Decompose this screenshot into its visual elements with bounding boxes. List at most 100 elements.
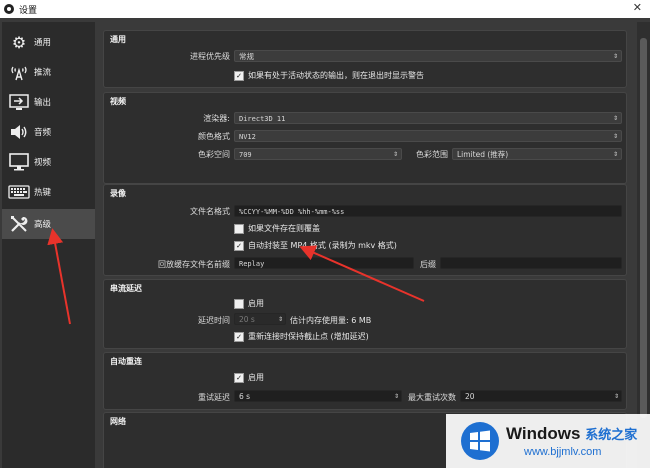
spin-arrows-icon[interactable]: ⇕	[614, 391, 619, 402]
checkbox-box[interactable]	[234, 223, 244, 234]
checkbox-box[interactable]: ✓	[234, 70, 244, 81]
autoremux-label: 自动封装至 MP4 格式 (录制为 mkv 格式)	[248, 241, 397, 250]
sidebar-item-label: 视频	[34, 158, 52, 168]
checkbox-box[interactable]: ✓	[234, 331, 244, 342]
spin-arrows-icon[interactable]: ⇕	[278, 314, 283, 325]
sidebar-item-label: 推流	[34, 68, 52, 78]
checkbox-box[interactable]: ✓	[234, 372, 244, 383]
title-bar: 设置 ✕	[0, 0, 650, 18]
priority-select[interactable]: 常规 ⇕	[234, 50, 622, 62]
sidebar-item-label: 音频	[34, 128, 52, 138]
autoremux-checkbox[interactable]: ✓ 自动封装至 MP4 格式 (录制为 mkv 格式)	[234, 240, 397, 251]
watermark: Windows 系统之家 www.bjjmlv.com	[446, 414, 650, 468]
video-group: 视频 渲染器: Direct3D 11 ⇕ 颜色格式 NV12 ⇕ 色彩空间 7…	[103, 92, 627, 184]
spin-arrows-icon[interactable]: ⇕	[394, 391, 399, 402]
gear-icon: ⚙	[11, 32, 27, 52]
preserve-cutoff-label: 重新连接时保持截止点 (增加延迟)	[248, 332, 369, 341]
retry-delay-value: 6 s	[239, 392, 251, 401]
keyboard-icon	[8, 182, 30, 202]
watermark-url: www.bjjmlv.com	[524, 446, 602, 458]
sidebar-item-stream[interactable]: 推流	[2, 57, 95, 87]
color-format-select[interactable]: NV12 ⇕	[234, 130, 622, 142]
auto-reconnect-group: 自动重连 ✓ 启用 重试延迟 6 s ⇕ 最大重试次数 20 ⇕	[103, 352, 627, 410]
watermark-brand: Windows 系统之家	[506, 424, 637, 444]
settings-content: 通用 进程优先级 常规 ⇕ ✓ 如果有处于活动状态的输出，则在退出时显示警告 视…	[97, 22, 637, 468]
auto-reconnect-enable-label: 启用	[248, 373, 264, 382]
scrollbar-thumb[interactable]	[640, 38, 647, 418]
sidebar-item-label: 热键	[34, 188, 52, 198]
max-retries-label: 最大重试次数	[408, 393, 456, 402]
overwrite-checkbox[interactable]: 如果文件存在则覆盖	[234, 223, 320, 234]
antenna-icon	[8, 62, 30, 82]
exit-warning-label: 如果有处于活动状态的输出，则在退出时显示警告	[248, 71, 424, 80]
sidebar-item-general[interactable]: ⚙ 通用	[2, 27, 95, 57]
suffix-input[interactable]	[440, 257, 622, 269]
delay-time-spinbox[interactable]: 20 s ⇕	[234, 313, 286, 325]
color-space-value: 709	[239, 151, 252, 159]
stream-delay-enable-checkbox[interactable]: 启用	[234, 298, 264, 309]
priority-label: 进程优先级	[190, 52, 230, 61]
windows-logo-icon	[461, 422, 499, 460]
sidebar-item-advanced[interactable]: 高级	[2, 209, 95, 239]
delay-time-value: 20 s	[239, 315, 255, 324]
group-title-video: 视频	[110, 97, 126, 106]
filename-format-label: 文件名格式	[190, 207, 230, 216]
preserve-cutoff-checkbox[interactable]: ✓ 重新连接时保持截止点 (增加延迟)	[234, 331, 369, 342]
color-range-select[interactable]: Limited (推荐) ⇕	[452, 148, 622, 160]
group-title-recording: 录像	[110, 189, 126, 198]
overwrite-label: 如果文件存在则覆盖	[248, 224, 320, 233]
color-space-select[interactable]: 709 ⇕	[234, 148, 402, 160]
general-group: 通用 进程优先级 常规 ⇕ ✓ 如果有处于活动状态的输出，则在退出时显示警告	[103, 30, 627, 88]
sidebar-item-audio[interactable]: 音频	[2, 117, 95, 147]
sidebar-item-label: 输出	[34, 98, 52, 108]
checkbox-box[interactable]	[234, 298, 244, 309]
filename-format-input[interactable]: %CCYY-%MM-%DD %hh-%mm-%ss	[234, 205, 622, 217]
renderer-label: 渲染器:	[203, 114, 230, 123]
chevron-updown-icon: ⇕	[612, 151, 618, 158]
checkbox-box[interactable]: ✓	[234, 240, 244, 251]
sidebar-item-hotkeys[interactable]: 热键	[2, 177, 95, 207]
sidebar-item-output[interactable]: 输出	[2, 87, 95, 117]
max-retries-spinbox[interactable]: 20 ⇕	[460, 390, 622, 402]
chevron-updown-icon: ⇕	[392, 151, 398, 158]
watermark-brand-cn: 系统之家	[585, 427, 638, 442]
stream-delay-group: 串流延迟 启用 延迟时间 20 s ⇕ 估计内存使用量: 6 MB ✓ 重新连接…	[103, 279, 627, 349]
sidebar-item-label: 通用	[34, 38, 52, 48]
max-retries-value: 20	[465, 392, 475, 401]
speaker-icon	[8, 122, 30, 142]
retry-delay-spinbox[interactable]: 6 s ⇕	[234, 390, 402, 402]
suffix-label: 后缀	[420, 260, 436, 269]
window-title: 设置	[19, 5, 38, 16]
color-space-label: 色彩空间	[198, 150, 230, 159]
color-format-value: NV12	[239, 133, 256, 141]
monitor-icon	[8, 152, 30, 172]
memory-estimate-text: 估计内存使用量: 6 MB	[290, 316, 372, 325]
replay-prefix-label: 回放缓存文件名前缀	[158, 260, 230, 269]
stream-delay-enable-label: 启用	[248, 299, 264, 308]
color-range-label: 色彩范围	[416, 150, 448, 159]
group-title-stream-delay: 串流延迟	[110, 284, 142, 293]
auto-reconnect-enable-checkbox[interactable]: ✓ 启用	[234, 372, 264, 383]
chevron-updown-icon: ⇕	[612, 115, 618, 122]
chevron-updown-icon: ⇕	[612, 53, 618, 60]
color-range-value: Limited (推荐)	[457, 150, 509, 159]
delay-time-label: 延迟时间	[198, 316, 230, 325]
watermark-brand-en: Windows	[506, 424, 581, 443]
tools-icon	[8, 214, 30, 234]
settings-sidebar: ⚙ 通用 推流 输出 音频 视频 热键 高级	[2, 22, 95, 468]
group-title-auto-reconnect: 自动重连	[110, 357, 142, 366]
sidebar-item-video[interactable]: 视频	[2, 147, 95, 177]
chevron-updown-icon: ⇕	[612, 133, 618, 140]
sidebar-item-label: 高级	[34, 220, 52, 230]
close-button[interactable]: ✕	[633, 1, 642, 14]
retry-delay-label: 重试延迟	[198, 393, 230, 402]
group-title-general: 通用	[110, 35, 126, 44]
renderer-select[interactable]: Direct3D 11 ⇕	[234, 112, 622, 124]
output-icon	[8, 92, 30, 112]
app-logo-icon	[4, 4, 14, 14]
renderer-value: Direct3D 11	[239, 115, 286, 123]
exit-warning-checkbox[interactable]: ✓ 如果有处于活动状态的输出，则在退出时显示警告	[234, 70, 424, 81]
color-format-label: 颜色格式	[198, 132, 230, 141]
replay-prefix-input[interactable]: Replay	[234, 257, 414, 269]
priority-value: 常规	[239, 52, 254, 61]
